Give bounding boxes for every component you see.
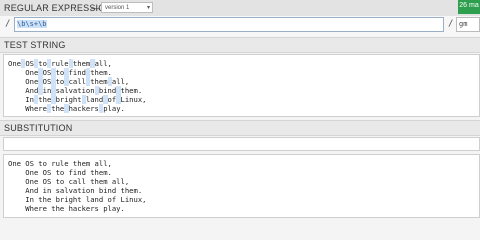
version-label: version 1	[105, 5, 130, 11]
substitution-result-text: One OS to rule them all, One OS to find …	[8, 159, 146, 213]
match-highlight	[107, 77, 112, 86]
result-line: Where the hackers play.	[8, 204, 125, 213]
match-highlight	[103, 95, 108, 104]
test-line: In the bright land of Linux,	[8, 95, 147, 104]
result-line: And in salvation bind them.	[8, 186, 143, 195]
regex-pattern: \b\s+\b	[17, 20, 47, 28]
match-highlight	[51, 68, 56, 77]
result-line: One OS to call them all,	[8, 177, 130, 186]
match-highlight	[64, 68, 69, 77]
test-line: One OS to call them all,	[8, 77, 130, 86]
test-string-editor[interactable]: One OS to rule them all, One OS to find …	[3, 54, 480, 117]
match-highlight	[46, 104, 52, 113]
test-string-title: TEST STRING	[4, 40, 66, 50]
match-highlight	[116, 86, 121, 95]
match-highlight	[38, 77, 43, 86]
regex-input[interactable]: \b\s+\b	[14, 17, 444, 32]
chevron-down-icon: ▾	[146, 5, 150, 11]
match-highlight	[51, 95, 56, 104]
match-highlight	[46, 59, 52, 68]
match-highlight	[51, 77, 56, 86]
match-highlight	[85, 77, 91, 86]
match-highlight	[33, 95, 39, 104]
match-highlight	[90, 59, 95, 68]
substitution-title: SUBSTITUTION	[4, 123, 73, 133]
match-highlight	[20, 59, 26, 68]
test-string-text: One OS to rule them all, One OS to find …	[8, 59, 147, 113]
substitution-bar: SUBSTITUTION	[0, 120, 480, 136]
version-select[interactable]: version 1 ▾	[101, 2, 153, 13]
match-highlight	[51, 86, 56, 95]
match-highlight	[33, 59, 39, 68]
regex-header: REGULAR EXPRESSION — version 1 ▾ 26 ma	[0, 0, 480, 17]
match-highlight	[64, 104, 69, 113]
match-highlight	[38, 68, 43, 77]
flags-input[interactable]: gm	[456, 17, 480, 32]
match-highlight	[85, 68, 91, 77]
match-highlight	[64, 77, 69, 86]
regex-close-delimiter: /	[448, 19, 454, 29]
match-highlight	[116, 95, 121, 104]
match-highlight	[81, 95, 86, 104]
regex-open-delimiter: /	[5, 19, 11, 29]
match-highlight	[68, 59, 73, 68]
match-highlight	[38, 86, 43, 95]
result-line: In the bright land of Linux,	[8, 195, 147, 204]
test-line: One OS to find them.	[8, 68, 112, 77]
test-line: One OS to rule them all,	[8, 59, 112, 68]
test-string-bar: TEST STRING	[0, 37, 480, 53]
test-line: And in salvation bind them.	[8, 86, 143, 95]
match-count-badge: 26 ma	[458, 0, 480, 14]
result-line: One OS to rule them all,	[8, 159, 112, 168]
title-dash: —	[91, 3, 101, 13]
result-line: One OS to find them.	[8, 168, 112, 177]
match-highlight	[98, 104, 104, 113]
substitution-input[interactable]	[3, 137, 480, 151]
match-highlight	[94, 86, 99, 95]
test-line: Where the hackers play.	[8, 104, 125, 113]
substitution-result[interactable]: One OS to rule them all, One OS to find …	[3, 154, 480, 218]
